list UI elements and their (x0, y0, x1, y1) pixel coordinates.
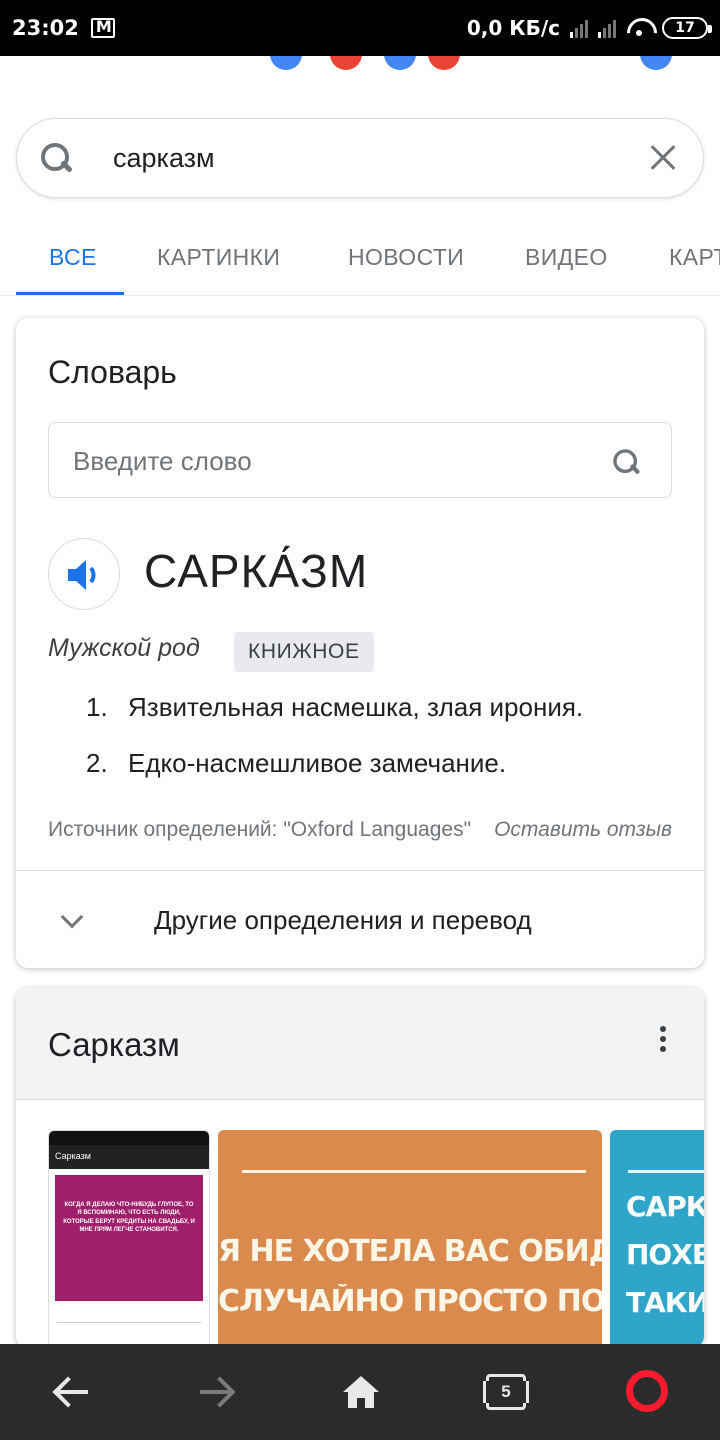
wifi-icon (626, 18, 652, 38)
search-bar[interactable]: сарказм (16, 118, 704, 198)
google-logo[interactable] (0, 56, 720, 70)
signal-icon-2 (598, 18, 616, 38)
network-speed: 0,0 КБ/с (466, 16, 560, 40)
speaker-icon (68, 560, 96, 590)
definition-source: Источник определений: "Oxford Languages" (48, 818, 472, 841)
search-icon[interactable] (39, 141, 73, 175)
search-input[interactable]: сарказм (113, 143, 645, 174)
tabs-count: 5 (483, 1374, 529, 1410)
feedback-link[interactable]: Оставить отзыв (494, 818, 672, 842)
more-options-icon[interactable] (660, 1026, 666, 1052)
definition-item: 1. Язвительная насмешка, злая ирония. (86, 692, 583, 748)
chevron-down-icon (60, 905, 84, 929)
browser-bottom-nav: 5 (0, 1344, 720, 1440)
opera-logo-icon (626, 1370, 668, 1412)
active-tab-indicator (16, 292, 124, 295)
definitions-list: 1. Язвительная насмешка, злая ирония. 2. Е… (86, 692, 583, 804)
back-button[interactable] (48, 1368, 96, 1416)
dictionary-search-icon[interactable] (612, 448, 641, 477)
dictionary-word-input[interactable] (73, 441, 593, 481)
image-thumbnail-1[interactable]: Сарказм КОГДА Я ДЕЛАЮ ЧТО-НИБУДЬ ГЛУПОЕ,… (48, 1130, 210, 1348)
tab-all[interactable]: ВСЕ (49, 244, 97, 271)
tab-images[interactable]: КАРТИНКИ (157, 244, 280, 271)
dictionary-card: Словарь САРКА́ЗМ Мужской род КНИЖНОЕ 1. Я… (16, 318, 704, 968)
image-thumbnail-2[interactable]: Я НЕ ХОТЕЛА ВАС ОБИДЕТЬ, СЛУЧАЙНО ПРОСТО… (218, 1130, 602, 1348)
thumb3-line-1: САРКАЗ (626, 1190, 704, 1223)
clear-icon[interactable] (645, 140, 681, 176)
images-header: Сарказм (16, 988, 704, 1100)
search-tabs: ВСЕ КАРТИНКИ НОВОСТИ ВИДЕО КАРТЫ (0, 222, 720, 296)
definition-text: Едко-насмешливое замечание. (128, 748, 507, 778)
gmail-notification-icon (90, 17, 115, 38)
back-arrow-icon (56, 1390, 88, 1394)
tabs-button[interactable]: 5 (482, 1368, 530, 1416)
signal-icon (570, 18, 588, 38)
dictionary-search-box[interactable] (48, 422, 672, 498)
tab-news[interactable]: НОВОСТИ (348, 244, 464, 271)
home-icon (343, 1376, 379, 1408)
battery-icon: 17 (662, 17, 712, 39)
status-bar: 23:02 0,0 КБ/с 17 (0, 0, 720, 56)
definition-number: 2. (86, 748, 108, 778)
battery-level: 17 (675, 20, 695, 36)
pronunciation-button[interactable] (48, 538, 120, 610)
images-title: Сарказм (48, 1026, 180, 1063)
status-time: 23:02 (12, 16, 79, 40)
tab-video[interactable]: ВИДЕО (525, 244, 608, 271)
more-definitions-row[interactable]: Другие определения и перевод (16, 870, 704, 968)
forward-arrow-icon (200, 1390, 232, 1394)
opera-menu-button[interactable] (624, 1368, 672, 1416)
thumb-text-line-1: Я НЕ ХОТЕЛА ВАС ОБИДЕТЬ, (218, 1234, 602, 1269)
definition-text: Язвительная насмешка, злая ирония. (128, 692, 584, 722)
thumb-app-header: Сарказм (49, 1145, 209, 1169)
thumb-meme-text: КОГДА Я ДЕЛАЮ ЧТО-НИБУДЬ ГЛУПОЕ, ТО Я ВС… (55, 1175, 203, 1301)
images-card: Сарказм Сарказм КОГДА Я ДЕЛАЮ ЧТО-НИБУДЬ… (16, 988, 704, 1348)
definition-item: 2. Едко-насмешливое замечание. (86, 748, 583, 804)
definition-number: 1. (86, 692, 108, 722)
part-of-speech: Мужской род (48, 634, 200, 662)
image-thumbnail-3[interactable]: САРКАЗ ПОХВ ТАКИМ (610, 1130, 704, 1348)
thumb-text-line-2: СЛУЧАЙНО ПРОСТО ПОВЕЗЛО (218, 1284, 602, 1319)
register-badge: КНИЖНОЕ (234, 632, 374, 672)
forward-button[interactable] (192, 1368, 240, 1416)
headword: САРКА́ЗМ (144, 545, 369, 597)
home-button[interactable] (336, 1368, 384, 1416)
tab-maps[interactable]: КАРТЫ (669, 244, 720, 271)
thumb3-line-3: ТАКИМ (626, 1286, 704, 1319)
thumb3-line-2: ПОХВ (626, 1238, 704, 1271)
more-definitions-label: Другие определения и перевод (154, 905, 532, 935)
dictionary-title: Словарь (48, 354, 177, 390)
